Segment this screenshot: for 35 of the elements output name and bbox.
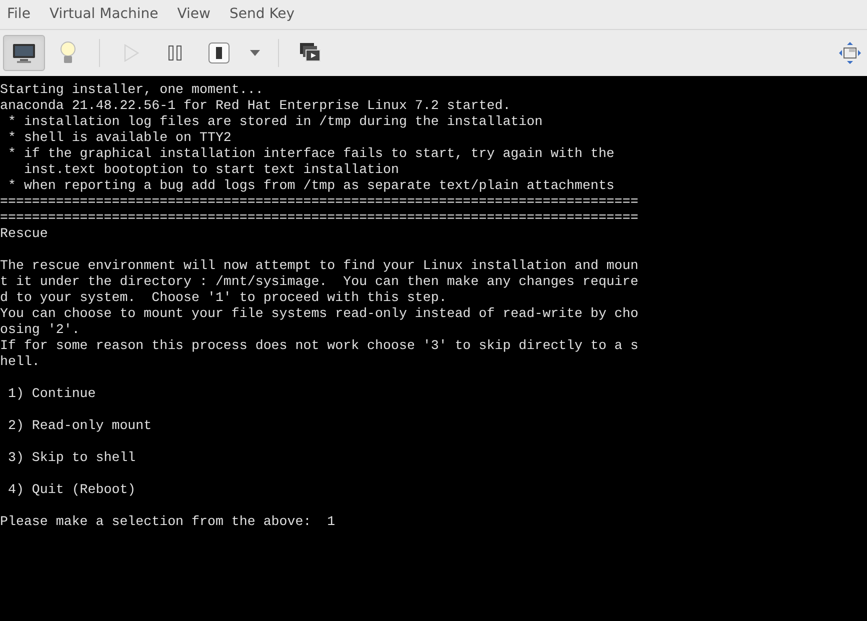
console-line: anaconda 21.48.22.56-1 for Red Hat Enterprise Linux 7.2 started.	[0, 98, 511, 114]
menu-item[interactable]: File	[4, 4, 34, 25]
console-line: 1) Continue	[6, 386, 96, 402]
console-line: * shell is available on TTY2	[6, 130, 232, 146]
console-line: 3) Skip to shell	[6, 450, 136, 466]
menu-item[interactable]: Send Key	[226, 4, 298, 25]
monitor-icon	[12, 42, 36, 64]
console-line: ================================================================================	[0, 194, 638, 210]
menu-item[interactable]: View	[174, 4, 214, 25]
light-bulb-icon	[59, 41, 77, 65]
play-icon	[123, 44, 139, 62]
console-line: * installation log files are stored in /tmp during the installation	[6, 114, 543, 130]
console-line: d to your system. Choose '1' to proceed with this step.	[0, 290, 447, 306]
console-line: Starting installer, one moment...	[0, 82, 264, 98]
menu-item[interactable]: Virtual Machine	[46, 4, 162, 25]
console-line: If for some reason this process does not work choose '3' to skip directly to a s	[0, 338, 638, 354]
console-line: * when reporting a bug add logs from /tmp as separate text/plain attachments	[6, 178, 614, 194]
console-line: Rescue	[0, 226, 48, 242]
console-line: hell.	[0, 354, 40, 370]
pause-icon	[168, 45, 182, 61]
console-line: 4) Quit (Reboot)	[6, 482, 136, 498]
toolbar-button[interactable]	[3, 35, 45, 71]
console-line: You can choose to mount your file systems read-only instead of read-write by cho	[0, 306, 638, 322]
console-line: osing '2'.	[0, 322, 80, 338]
console-line: Please make a selection from the above: 1	[0, 514, 336, 530]
console-line: inst.text bootoption to start text installation	[22, 162, 399, 178]
console-line: t it under the directory : /mnt/sysimage. You can then make any changes require	[0, 274, 638, 290]
console-line: 2) Read-only mount	[6, 418, 152, 434]
move-icon	[839, 42, 861, 64]
console-line: * if the graphical installation interface fails to start, try again with the	[6, 146, 614, 162]
switch-icon	[208, 42, 230, 64]
console-line: ================================================================================	[0, 210, 638, 226]
console-line: The rescue environment will now attempt to find your Linux installation and moun	[0, 258, 638, 274]
screens-icon	[299, 42, 321, 64]
caret-icon	[250, 50, 260, 56]
